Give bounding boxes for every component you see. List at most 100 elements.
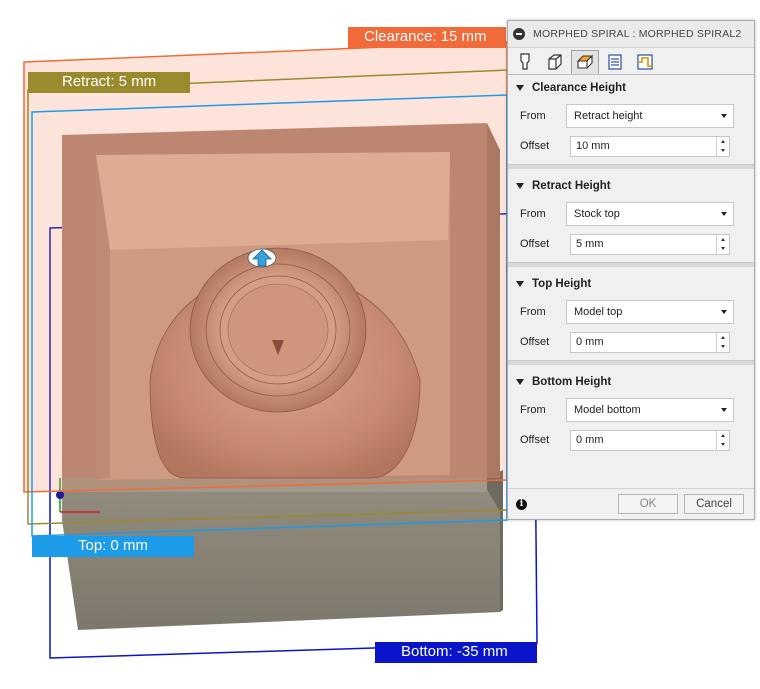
section-header[interactable]: Retract Height — [508, 173, 754, 199]
collapse-triangle-icon — [516, 183, 524, 189]
cancel-button[interactable]: Cancel — [684, 494, 744, 514]
geometry-icon — [548, 54, 562, 70]
view-arrow-icon — [247, 248, 277, 268]
tool-icon — [520, 53, 530, 70]
from-label: From — [520, 306, 546, 318]
section-title: Top Height — [532, 278, 592, 290]
input-value: 5 mm — [576, 238, 604, 250]
top-from-select[interactable]: Model top — [566, 300, 734, 324]
offset-label: Offset — [520, 238, 550, 250]
from-row: From Retract height — [508, 101, 754, 131]
offset-row: Offset 0 mm — [508, 327, 754, 357]
collapse-triangle-icon — [516, 379, 524, 385]
collapse-triangle-icon — [516, 85, 524, 91]
spin-up-button[interactable] — [717, 431, 729, 441]
select-value: Model bottom — [574, 404, 641, 416]
clearance-plane-label: Clearance: 15 mm — [348, 27, 506, 48]
tab-passes[interactable] — [601, 50, 629, 74]
linking-icon — [637, 54, 653, 70]
spin-down-icon — [721, 149, 725, 153]
dropdown-caret-icon — [721, 310, 727, 314]
select-value: Stock top — [574, 208, 620, 220]
offset-row: Offset 0 mm — [508, 425, 754, 455]
dropdown-caret-icon — [721, 408, 727, 412]
section-header[interactable]: Clearance Height — [508, 75, 754, 101]
spin-down-button[interactable] — [717, 146, 729, 156]
bottom-offset-input[interactable]: 0 mm — [570, 429, 730, 451]
section-title: Bottom Height — [532, 376, 612, 388]
tab-heights[interactable] — [571, 50, 599, 74]
section-bottom-height: Bottom Height From Model bottom Offset 0… — [508, 369, 754, 455]
collapse-icon[interactable] — [513, 28, 525, 40]
select-value: Retract height — [574, 110, 643, 122]
dropdown-caret-icon — [721, 212, 727, 216]
spin-down-button[interactable] — [717, 244, 729, 254]
section-clearance-height: Clearance Height From Retract height Off… — [508, 75, 754, 161]
spin-up-icon — [721, 237, 725, 241]
spin-up-icon — [721, 433, 725, 437]
retract-plane-label: Retract: 5 mm — [28, 72, 190, 93]
from-label: From — [520, 404, 546, 416]
input-value: 0 mm — [576, 336, 604, 348]
spinner[interactable] — [716, 136, 729, 156]
spin-up-icon — [721, 335, 725, 339]
offset-row: Offset 10 mm — [508, 131, 754, 161]
select-value: Model top — [574, 306, 623, 318]
from-row: From Stock top — [508, 199, 754, 229]
from-row: From Model top — [508, 297, 754, 327]
clearance-offset-input[interactable]: 10 mm — [570, 135, 730, 157]
panel-titlebar[interactable]: MORPHED SPIRAL : MORPHED SPIRAL2 — [508, 21, 754, 48]
heights-icon — [576, 54, 594, 69]
spin-down-icon — [721, 443, 725, 447]
retract-offset-input[interactable]: 5 mm — [570, 233, 730, 255]
spin-up-button[interactable] — [717, 137, 729, 147]
from-row: From Model bottom — [508, 395, 754, 425]
tab-linking[interactable] — [631, 50, 659, 74]
clearance-from-select[interactable]: Retract height — [566, 104, 734, 128]
offset-label: Offset — [520, 140, 550, 152]
stock-base-front — [62, 490, 500, 630]
from-label: From — [520, 208, 546, 220]
offset-label: Offset — [520, 434, 550, 446]
section-top-height: Top Height From Model top Offset 0 mm — [508, 271, 754, 357]
input-value: 10 mm — [576, 140, 610, 152]
dropdown-caret-icon — [721, 114, 727, 118]
operation-panel: MORPHED SPIRAL : MORPHED SPIRAL2 Clearan… — [507, 20, 755, 520]
spin-up-button[interactable] — [717, 333, 729, 343]
spin-down-icon — [721, 345, 725, 349]
panel-tabs — [508, 48, 754, 75]
top-plane-label: Top: 0 mm — [32, 536, 194, 557]
tab-geometry[interactable] — [541, 50, 569, 74]
offset-label: Offset — [520, 336, 550, 348]
section-header[interactable]: Bottom Height — [508, 369, 754, 395]
spin-down-button[interactable] — [717, 440, 729, 450]
spinner[interactable] — [716, 234, 729, 254]
bottom-from-select[interactable]: Model bottom — [566, 398, 734, 422]
from-label: From — [520, 110, 546, 122]
passes-icon — [608, 54, 622, 70]
ok-button[interactable]: OK — [618, 494, 678, 514]
collapse-triangle-icon — [516, 281, 524, 287]
tab-tool[interactable] — [511, 50, 539, 74]
spin-up-button[interactable] — [717, 235, 729, 245]
spinner[interactable] — [716, 430, 729, 450]
spinner[interactable] — [716, 332, 729, 352]
section-divider — [508, 360, 754, 365]
spin-down-icon — [721, 247, 725, 251]
spin-down-button[interactable] — [717, 342, 729, 352]
section-title: Retract Height — [532, 180, 611, 192]
retract-from-select[interactable]: Stock top — [566, 202, 734, 226]
top-offset-input[interactable]: 0 mm — [570, 331, 730, 353]
bottom-plane-label: Bottom: -35 mm — [375, 642, 537, 663]
panel-footer: i OK Cancel — [508, 488, 754, 519]
section-header[interactable]: Top Height — [508, 271, 754, 297]
info-icon[interactable]: i — [516, 498, 527, 510]
section-divider — [508, 164, 754, 169]
spin-up-icon — [721, 139, 725, 143]
input-value: 0 mm — [576, 434, 604, 446]
origin-marker — [56, 491, 64, 499]
section-divider — [508, 262, 754, 267]
offset-row: Offset 5 mm — [508, 229, 754, 259]
section-title: Clearance Height — [532, 82, 626, 94]
section-retract-height: Retract Height From Stock top Offset 5 m… — [508, 173, 754, 259]
